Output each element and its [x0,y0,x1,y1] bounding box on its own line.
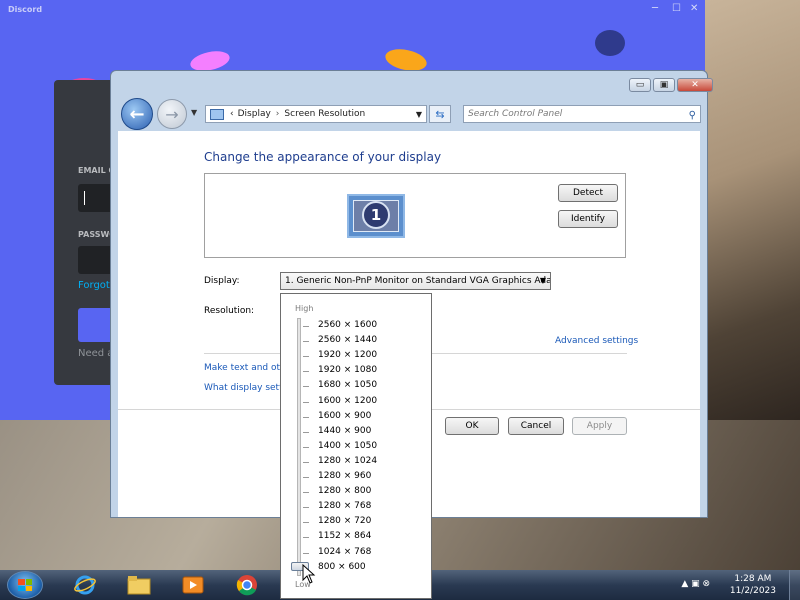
monitor-number: 1 [362,201,390,229]
slider-tick [303,461,309,463]
minimize-button[interactable]: ▭ [629,78,651,92]
slider-tick [303,552,309,554]
resolution-option[interactable]: 2560 × 1600 [318,320,377,330]
breadcrumb-display[interactable]: Display [238,109,271,119]
windows-logo-icon [18,579,32,591]
resolution-option[interactable]: 1600 × 1200 [318,396,377,406]
forgot-password-link[interactable]: Forgot [78,280,110,291]
resolution-option[interactable]: 1280 × 1024 [318,456,377,466]
chrome-icon[interactable] [234,573,260,597]
advanced-settings-link[interactable]: Advanced settings [555,336,638,346]
refresh-icon: ⇆ [435,107,445,121]
apply-button[interactable]: Apply [572,417,627,435]
forward-button[interactable]: → [157,99,187,129]
resolution-option[interactable]: 1600 × 900 [318,411,371,421]
media-player-icon[interactable] [180,573,206,597]
close-button[interactable]: ✕ [677,78,713,92]
discord-minimize-icon[interactable]: ─ [652,3,658,14]
slider-tick [303,371,309,373]
display-select[interactable]: 1. Generic Non-PnP Monitor on Standard V… [280,272,551,290]
breadcrumb-separator-icon[interactable]: › [276,109,280,119]
cancel-button[interactable]: Cancel [508,417,564,435]
address-bar[interactable]: ‹ Display › Screen Resolution ▼ [205,105,427,123]
resolution-option[interactable]: 1680 × 1050 [318,380,377,390]
search-icon[interactable]: ⚲ [689,108,696,124]
resolution-slider-track[interactable] [297,318,301,576]
search-placeholder: Search Control Panel [468,109,563,119]
text-size-link[interactable]: Make text and othe [204,363,291,373]
resolution-option[interactable]: 1280 × 960 [318,471,371,481]
file-explorer-icon[interactable] [126,573,152,597]
display-preview: 1 Detect Identify [204,173,626,258]
resolution-option[interactable]: 1440 × 900 [318,426,371,436]
recent-pages-dropdown-icon[interactable]: ▼ [191,108,197,117]
slider-tick [303,386,309,388]
desktop-wallpaper-right [705,0,800,420]
resolution-option[interactable]: 1280 × 768 [318,501,371,511]
breadcrumb-chevron-icon[interactable]: ‹ [230,109,234,119]
resolution-option[interactable]: 1024 × 768 [318,547,371,557]
slider-tick [303,537,309,539]
refresh-button[interactable]: ⇆ [429,105,451,123]
tray-icons[interactable]: ▲ ▣ ⊗ [681,579,710,589]
resolution-dropdown: High 2560 × 1600 2560 × 1440 1920 × 1200 19… [280,293,432,599]
display-label: Display: [204,276,240,286]
slider-tick [303,507,309,509]
forward-arrow-icon: → [165,104,179,124]
back-button[interactable]: ← [121,98,153,130]
system-clock[interactable]: 1:28 AM 11/2/2023 [730,573,776,597]
text-cursor [84,191,85,205]
start-button[interactable] [7,571,43,599]
discord-maximize-icon[interactable]: ☐ [672,3,681,14]
resolution-option[interactable]: 800 × 600 [318,562,366,572]
ok-button[interactable]: OK [445,417,499,435]
slider-tick [303,492,309,494]
slider-tick [303,326,309,327]
resolution-option[interactable]: 1280 × 800 [318,486,371,496]
resolution-option[interactable]: 1152 × 864 [318,531,371,541]
resolution-option[interactable]: 1920 × 1080 [318,365,377,375]
resolution-option[interactable]: 1920 × 1200 [318,350,377,360]
slider-tick [303,522,309,524]
slider-tick [303,431,309,433]
slider-tick [303,477,309,478]
internet-explorer-icon[interactable] [72,573,98,597]
address-dropdown-icon[interactable]: ▼ [416,110,422,119]
discord-title: Discord [8,5,43,14]
page-title: Change the appearance of your display [204,150,442,164]
resolution-option[interactable]: 1280 × 720 [318,516,371,526]
mouse-pointer-icon [302,564,316,584]
resolution-option[interactable]: 1400 × 1050 [318,441,377,451]
control-panel-icon [210,108,224,120]
discord-close-icon[interactable]: ✕ [690,3,698,14]
chevron-down-icon: ▼ [539,276,546,285]
slider-tick [303,341,309,343]
resolution-label: Resolution: [204,306,255,316]
search-input[interactable]: Search Control Panel ⚲ [463,105,701,123]
back-arrow-icon: ← [129,103,145,125]
slider-tick [303,416,309,418]
slider-tick [303,446,309,448]
display-select-value: 1. Generic Non-PnP Monitor on Standard V… [285,276,551,286]
detect-button[interactable]: Detect [558,184,618,202]
breadcrumb-screen-resolution[interactable]: Screen Resolution [284,109,365,119]
show-desktop-button[interactable] [789,570,800,600]
monitor-icon[interactable]: 1 [347,194,405,238]
decor-blob [595,30,625,56]
register-text: Need a [78,348,114,359]
clock-time: 1:28 AM [734,574,772,584]
slider-tick [303,356,309,358]
clock-date: 11/2/2023 [729,586,776,596]
slider-high-label: High [295,304,314,313]
resolution-option[interactable]: 2560 × 1440 [318,335,377,345]
identify-button[interactable]: Identify [558,210,618,228]
maximize-button[interactable]: ▣ [653,78,675,92]
slider-tick [303,401,309,403]
